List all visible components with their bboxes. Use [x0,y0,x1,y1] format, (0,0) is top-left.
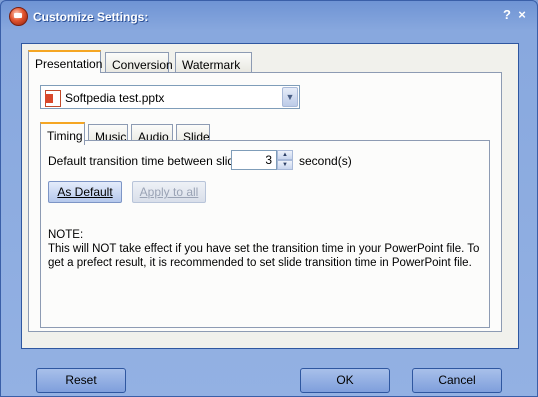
app-icon [9,7,28,26]
tab-conversion[interactable]: Conversion [105,52,173,73]
help-icon[interactable]: ? [499,8,515,22]
note-title: NOTE: [48,229,84,241]
stepper-down-icon[interactable]: ▼ [277,160,293,170]
stepper-up-icon[interactable]: ▲ [277,150,293,160]
transition-time-label: Default transition time between slides: [48,154,251,168]
title-bar[interactable]: Customize Settings: ? × [1,1,537,33]
transition-time-input[interactable]: 3 [231,150,277,170]
note-text: NOTE: This will NOT take effect if you h… [48,228,486,270]
chevron-down-icon[interactable]: ▼ [282,87,298,107]
close-icon[interactable]: × [514,8,530,22]
presentation-panel: Softpedia test.pptx ▼ Timing Music Audio… [28,72,502,332]
settings-panel: Presentation Conversion Watermark Softpe… [21,43,519,349]
timing-panel: Default transition time between slides: … [40,140,490,328]
transition-time-stepper[interactable]: ▲ ▼ [277,150,293,170]
tab-watermark[interactable]: Watermark [175,52,252,73]
as-default-button[interactable]: As Default [48,181,122,203]
file-dropdown[interactable]: Softpedia test.pptx ▼ [40,85,300,109]
tab-timing[interactable]: Timing [40,122,85,145]
powerpoint-file-icon [45,90,61,107]
reset-button[interactable]: Reset [36,368,126,393]
file-dropdown-value: Softpedia test.pptx [65,91,165,105]
ok-button[interactable]: OK [300,368,390,393]
note-body: This will NOT take effect if you have se… [48,243,480,269]
seconds-unit-label: second(s) [299,154,352,168]
apply-to-all-button[interactable]: Apply to all [132,181,206,203]
cancel-button[interactable]: Cancel [412,368,502,393]
tab-presentation[interactable]: Presentation [28,50,102,73]
settings-window: Customize Settings: ? × Presentation Con… [0,0,538,397]
window-title: Customize Settings: [33,10,149,24]
